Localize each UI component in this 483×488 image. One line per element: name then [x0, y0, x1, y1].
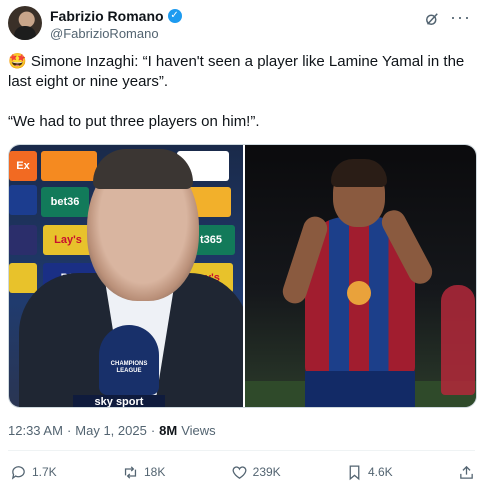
- heart-icon: [232, 465, 247, 479]
- action-bar: 1.7K 18K 239K 4.6K: [10, 462, 475, 482]
- bookmark-button[interactable]: 4.6K: [346, 464, 393, 481]
- tweet-date[interactable]: May 1, 2025: [75, 423, 147, 438]
- sponsor-board: [9, 185, 37, 215]
- like-count: 239K: [252, 465, 281, 479]
- sponsor-board: Lay's: [43, 225, 93, 255]
- tweet-text: 🤩 Simone Inzaghi: “I haven't seen a play…: [8, 52, 475, 152]
- quote-line-1: Simone Inzaghi: “I haven't seen a player…: [8, 53, 465, 90]
- player-shorts: [305, 371, 415, 407]
- sponsor-board: bet36: [41, 187, 89, 217]
- author-name[interactable]: Fabrizio Romano: [50, 8, 164, 24]
- grok-icon[interactable]: [423, 10, 441, 28]
- author-handle[interactable]: @FabrizioRomano: [50, 26, 159, 41]
- share-button[interactable]: [458, 464, 475, 481]
- star-struck-emoji: 🤩: [8, 53, 27, 70]
- author-name-row: Fabrizio Romano ✓: [50, 8, 182, 24]
- reply-button[interactable]: 1.7K: [10, 464, 57, 481]
- reply-icon: [11, 465, 25, 480]
- like-button[interactable]: 239K: [231, 464, 281, 481]
- coach-hair: [93, 149, 193, 189]
- sponsor-board: [9, 225, 37, 255]
- author-avatar[interactable]: [8, 6, 42, 40]
- share-icon: [460, 465, 473, 479]
- meta-separator: ·: [150, 423, 156, 438]
- mic-label: CHAMPIONS LEAGUE: [110, 361, 148, 374]
- views-count: 8M: [159, 423, 178, 438]
- sponsor-board: [41, 151, 97, 181]
- bookmark-icon: [349, 464, 360, 480]
- jersey-sponsor-badge: [347, 281, 371, 305]
- tweet-header: Fabrizio Romano ✓ @FabrizioRomano ···: [8, 6, 475, 42]
- player-hair: [331, 159, 387, 187]
- more-options-icon[interactable]: ···: [450, 8, 471, 26]
- views-label: Views: [181, 423, 216, 438]
- repost-icon: [124, 465, 137, 479]
- meta-separator: ·: [66, 423, 72, 438]
- sponsor-board: [9, 263, 37, 293]
- background-player: [441, 285, 475, 395]
- divider: [8, 450, 475, 451]
- media-grid: Ex bet36 Lay's t365 PS5 Lay's CHAMPIONS …: [8, 144, 477, 408]
- bookmark-count: 4.6K: [367, 465, 393, 479]
- repost-count: 18K: [143, 465, 166, 479]
- tweet-meta: 12:33 AM · May 1, 2025 · 8M Views: [8, 423, 216, 438]
- sponsor-board: Ex: [9, 151, 37, 181]
- tweet-paragraph-1: 🤩 Simone Inzaghi: “I haven't seen a play…: [8, 52, 475, 92]
- reply-count: 1.7K: [32, 465, 57, 479]
- broadcaster-logo: sky sport: [73, 395, 165, 407]
- repost-button[interactable]: 18K: [122, 464, 165, 481]
- tweet-time[interactable]: 12:33 AM: [8, 423, 63, 438]
- tweet-paragraph-2: “We had to put three players on him!”.: [8, 113, 260, 130]
- yamal-image[interactable]: [245, 145, 476, 407]
- verified-badge-icon: ✓: [167, 9, 182, 23]
- microphone: [99, 325, 159, 395]
- inzaghi-interview-image[interactable]: Ex bet36 Lay's t365 PS5 Lay's CHAMPIONS …: [9, 145, 243, 407]
